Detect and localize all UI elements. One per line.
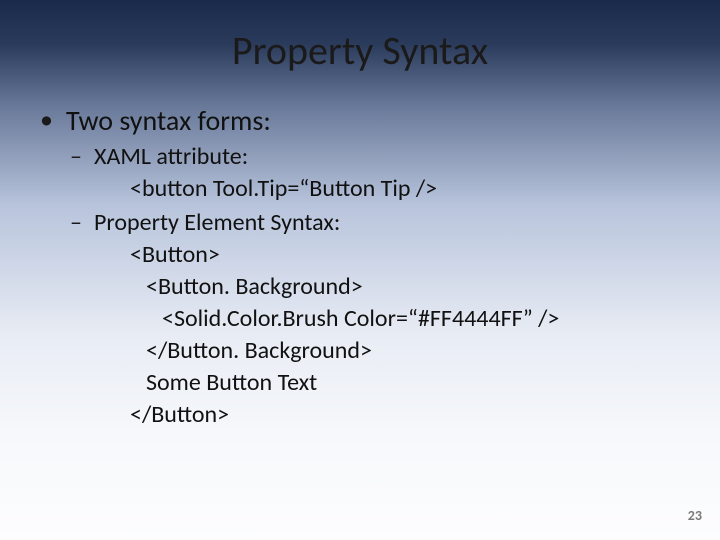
slide-content: Two syntax forms: XAML attribute: <butto… <box>0 75 720 430</box>
code-line: Some Button Text <box>40 368 680 398</box>
code-line: </Button> <box>40 400 680 430</box>
bullet-level2-xaml-attribute: XAML attribute: <box>40 142 680 172</box>
bullet-level2-property-element: Property Element Syntax: <box>40 208 680 238</box>
code-line: </Button. Background> <box>40 336 680 366</box>
slide: Property Syntax Two syntax forms: XAML a… <box>0 0 720 540</box>
code-line: <Button. Background> <box>40 272 680 302</box>
bullet-level1: Two syntax forms: <box>40 103 680 138</box>
code-line: <button Tool.Tip=“Button Tip /> <box>40 174 680 204</box>
code-line: <Button> <box>40 240 680 270</box>
code-line: <Solid.Color.Brush Color=“#FF4444FF” /> <box>40 304 680 334</box>
slide-title: Property Syntax <box>0 0 720 75</box>
page-number: 23 <box>688 507 702 524</box>
